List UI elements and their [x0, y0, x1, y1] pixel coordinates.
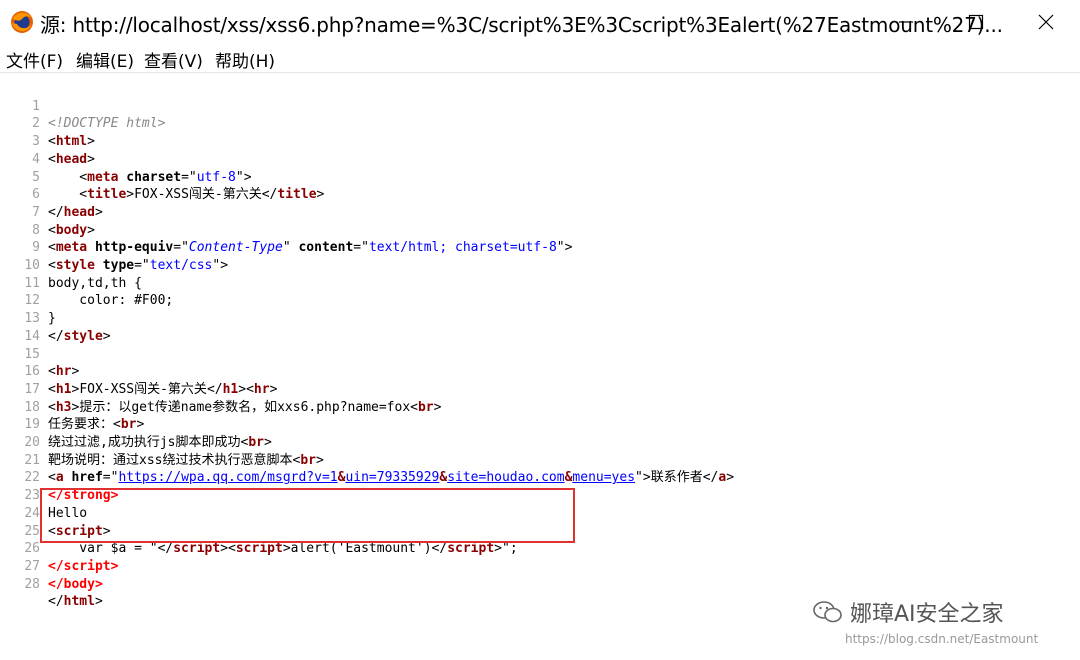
close-button[interactable] — [1016, 0, 1076, 44]
source-line: 24 <script> — [24, 505, 111, 539]
watermark-brand: 娜璋AI安全之家 — [850, 602, 1004, 627]
source-line: 14 — [24, 328, 40, 344]
source-line: 23 Hello — [24, 488, 88, 521]
source-line: 13 </style> — [24, 311, 111, 344]
source-line: 6 </head> — [32, 187, 103, 220]
source-line: 3 <head> — [32, 134, 95, 167]
menu-bar: 文件(F) 编辑(E) 查看(V) 帮助(H) — [0, 44, 1080, 73]
injection-highlight-box — [40, 488, 575, 543]
maximize-button[interactable] — [946, 0, 1006, 44]
source-line: 19 绕过过滤,成功执行js脚本即成功<br> — [24, 417, 272, 450]
source-line: 26 </script> — [24, 541, 119, 574]
menu-help[interactable]: 帮助(H) — [215, 47, 275, 72]
minimize-icon — [899, 21, 913, 23]
firefox-icon — [11, 11, 33, 33]
source-line: 2 <html> — [32, 116, 95, 150]
source-line: 16 <h1>FOX-XSS闯关-第六关</h1><hr> — [24, 364, 278, 397]
source-line: 25 var $a = "</script><script>alert('Eas… — [24, 523, 518, 557]
source-line: 8 <meta http-equiv="Content-Type" conten… — [32, 222, 573, 256]
source-line: 5 <title>FOX-XSS闯关-第六关</title> — [32, 169, 325, 203]
wechat-icon — [813, 601, 842, 623]
contact-link[interactable]: https://wpa.qq.com/msgrd?v=1 — [118, 470, 337, 485]
watermark-url: https://blog.csdn.net/Eastmount — [845, 632, 1039, 646]
source-line: 18 任务要求：<br> — [24, 399, 145, 433]
menu-file[interactable]: 文件(F) — [6, 47, 63, 72]
window-title: 源: http://localhost/xss/xss6.php?name=%3… — [40, 13, 1003, 37]
source-line: 15 <hr> — [24, 346, 80, 380]
source-line: 7 <body> — [32, 204, 95, 238]
maximize-icon — [968, 14, 984, 30]
source-line: 10 body,td,th { — [24, 258, 142, 291]
menu-edit[interactable]: 编辑(E) — [76, 47, 134, 72]
source-line: 11 color: #F00; — [24, 275, 174, 309]
source-line: 27 </body> — [24, 558, 103, 592]
source-line: 9 <style type="text/css"> — [32, 240, 229, 273]
source-line: 21 <a href="https://wpa.qq.com/msgrd?v=1… — [24, 452, 735, 486]
source-line: 17 <h3>提示：以get传递name参数名，如xxs6.php?name=f… — [24, 381, 442, 415]
menu-view[interactable]: 查看(V) — [144, 47, 203, 72]
source-line: 20 靶场说明：通过xss绕过技术执行恶意脚本<br> — [24, 435, 324, 468]
window-titlebar: 源: http://localhost/xss/xss6.php?name=%3… — [0, 0, 1080, 44]
close-icon — [1038, 14, 1054, 30]
source-line: 12 } — [24, 293, 56, 327]
source-line: 28 </html> — [24, 576, 103, 610]
source-line: 22 </strong> — [24, 470, 119, 504]
source-line: 4 <meta charset="utf-8"> — [32, 151, 252, 185]
minimize-button[interactable] — [876, 0, 936, 44]
source-line: 1 <!DOCTYPE html> — [32, 98, 166, 132]
